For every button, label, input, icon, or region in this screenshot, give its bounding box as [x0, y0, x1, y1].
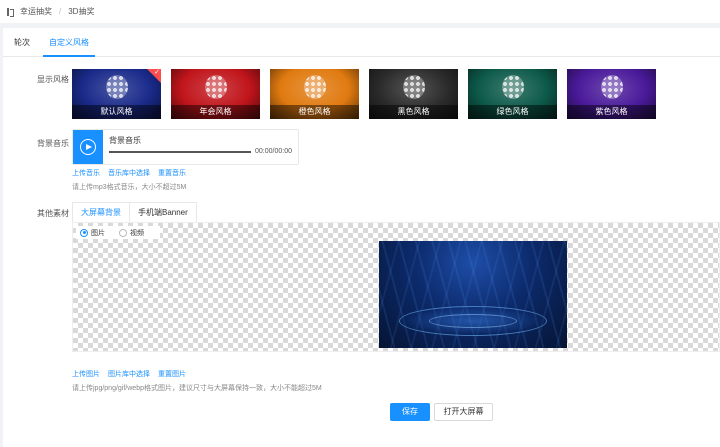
style-card-black[interactable]: 黑色风格 [369, 69, 458, 119]
style-sphere-graphic [601, 75, 623, 99]
style-card-purple[interactable]: 紫色风格 [567, 69, 656, 119]
music-progress-bar[interactable] [109, 151, 251, 153]
reset-music-link[interactable]: 重置音乐 [158, 168, 186, 178]
music-hint: 请上传mp3格式音乐，大小不超过5M [72, 184, 187, 191]
radio-image-label: 图片 [91, 229, 105, 237]
media-type-radio-group: 图片 视频 [76, 226, 160, 239]
image-hint: 请上传jpg/png/gif/webp格式图片，建议尺寸与大屏幕保持一致，大小不… [72, 385, 322, 392]
music-actions: 上传音乐 音乐库中选择 重置音乐 [72, 168, 186, 178]
upload-image-link[interactable]: 上传图片 [72, 369, 100, 379]
style-caption: 黑色风格 [369, 105, 458, 119]
play-icon [80, 139, 96, 155]
style-card-green[interactable]: 绿色风格 [468, 69, 557, 119]
display-style-label: 显示风格 [37, 75, 69, 84]
tab-custom-style[interactable]: 自定义风格 [43, 28, 95, 57]
style-sphere-graphic [304, 75, 326, 99]
upload-music-link[interactable]: 上传音乐 [72, 168, 100, 178]
style-card-annual[interactable]: 年会风格 [171, 69, 260, 119]
play-button[interactable] [73, 130, 103, 164]
radio-image[interactable]: 图片 [80, 228, 105, 238]
radio-dot-icon [80, 228, 88, 237]
style-caption: 年会风格 [171, 105, 260, 119]
reset-image-link[interactable]: 重置图片 [158, 369, 186, 379]
tab-mobile-banner[interactable]: 手机端Banner [130, 202, 197, 222]
other-materials-label: 其他素材 [37, 209, 69, 218]
main-card: 轮次 自定义风格 显示风格 ✓ 默认风格 年会风格 橙色风格 黑色风格 绿色风格… [3, 28, 720, 447]
check-icon: ✓ [154, 69, 160, 76]
save-button[interactable]: 保存 [390, 403, 430, 421]
style-card-default[interactable]: ✓ 默认风格 [72, 69, 161, 119]
material-tabs: 大屏幕背景 手机端Banner [72, 202, 197, 222]
image-actions: 上传图片 图片库中选择 重置图片 [72, 369, 186, 379]
breadcrumb-separator: / [59, 7, 62, 16]
music-title: 背景音乐 [109, 136, 141, 145]
style-card-orange[interactable]: 橙色风格 [270, 69, 359, 119]
music-info: 背景音乐 00:00/00:00 [103, 130, 298, 164]
style-caption: 紫色风格 [567, 105, 656, 119]
style-caption: 绿色风格 [468, 105, 557, 119]
style-list: ✓ 默认风格 年会风格 橙色风格 黑色风格 绿色风格 紫色风格 [72, 69, 656, 119]
style-sphere-graphic [205, 75, 227, 99]
background-music-label: 背景音乐 [37, 139, 69, 148]
background-preview-area: 图片 视频 [72, 222, 720, 352]
music-time: 00:00/00:00 [255, 148, 292, 155]
style-caption: 橙色风格 [270, 105, 359, 119]
style-caption: 默认风格 [72, 105, 161, 119]
style-sphere-graphic [403, 75, 425, 99]
tab-bar: 轮次 自定义风格 [3, 28, 720, 57]
tab-big-screen-background[interactable]: 大屏幕背景 [72, 202, 130, 222]
image-library-link[interactable]: 图片库中选择 [108, 369, 150, 379]
breadcrumb-item-3d-draw: 3D抽奖 [68, 7, 95, 16]
style-sphere-graphic [106, 75, 128, 99]
tab-rounds[interactable]: 轮次 [3, 28, 41, 57]
lottery-icon [6, 7, 14, 17]
radio-video[interactable]: 视频 [119, 228, 144, 238]
radio-video-label: 视频 [130, 229, 144, 237]
style-sphere-graphic [502, 75, 524, 99]
background-preview-image [379, 241, 567, 348]
breadcrumb: 幸运抽奖 / 3D抽奖 [0, 0, 720, 23]
breadcrumb-item-lucky-draw[interactable]: 幸运抽奖 [20, 6, 52, 17]
open-big-screen-button[interactable]: 打开大屏幕 [434, 403, 493, 421]
radio-dot-icon [119, 228, 127, 237]
music-library-link[interactable]: 音乐库中选择 [108, 168, 150, 178]
stage-inner-ring-graphic [429, 314, 517, 328]
music-player: 背景音乐 00:00/00:00 [72, 129, 299, 165]
